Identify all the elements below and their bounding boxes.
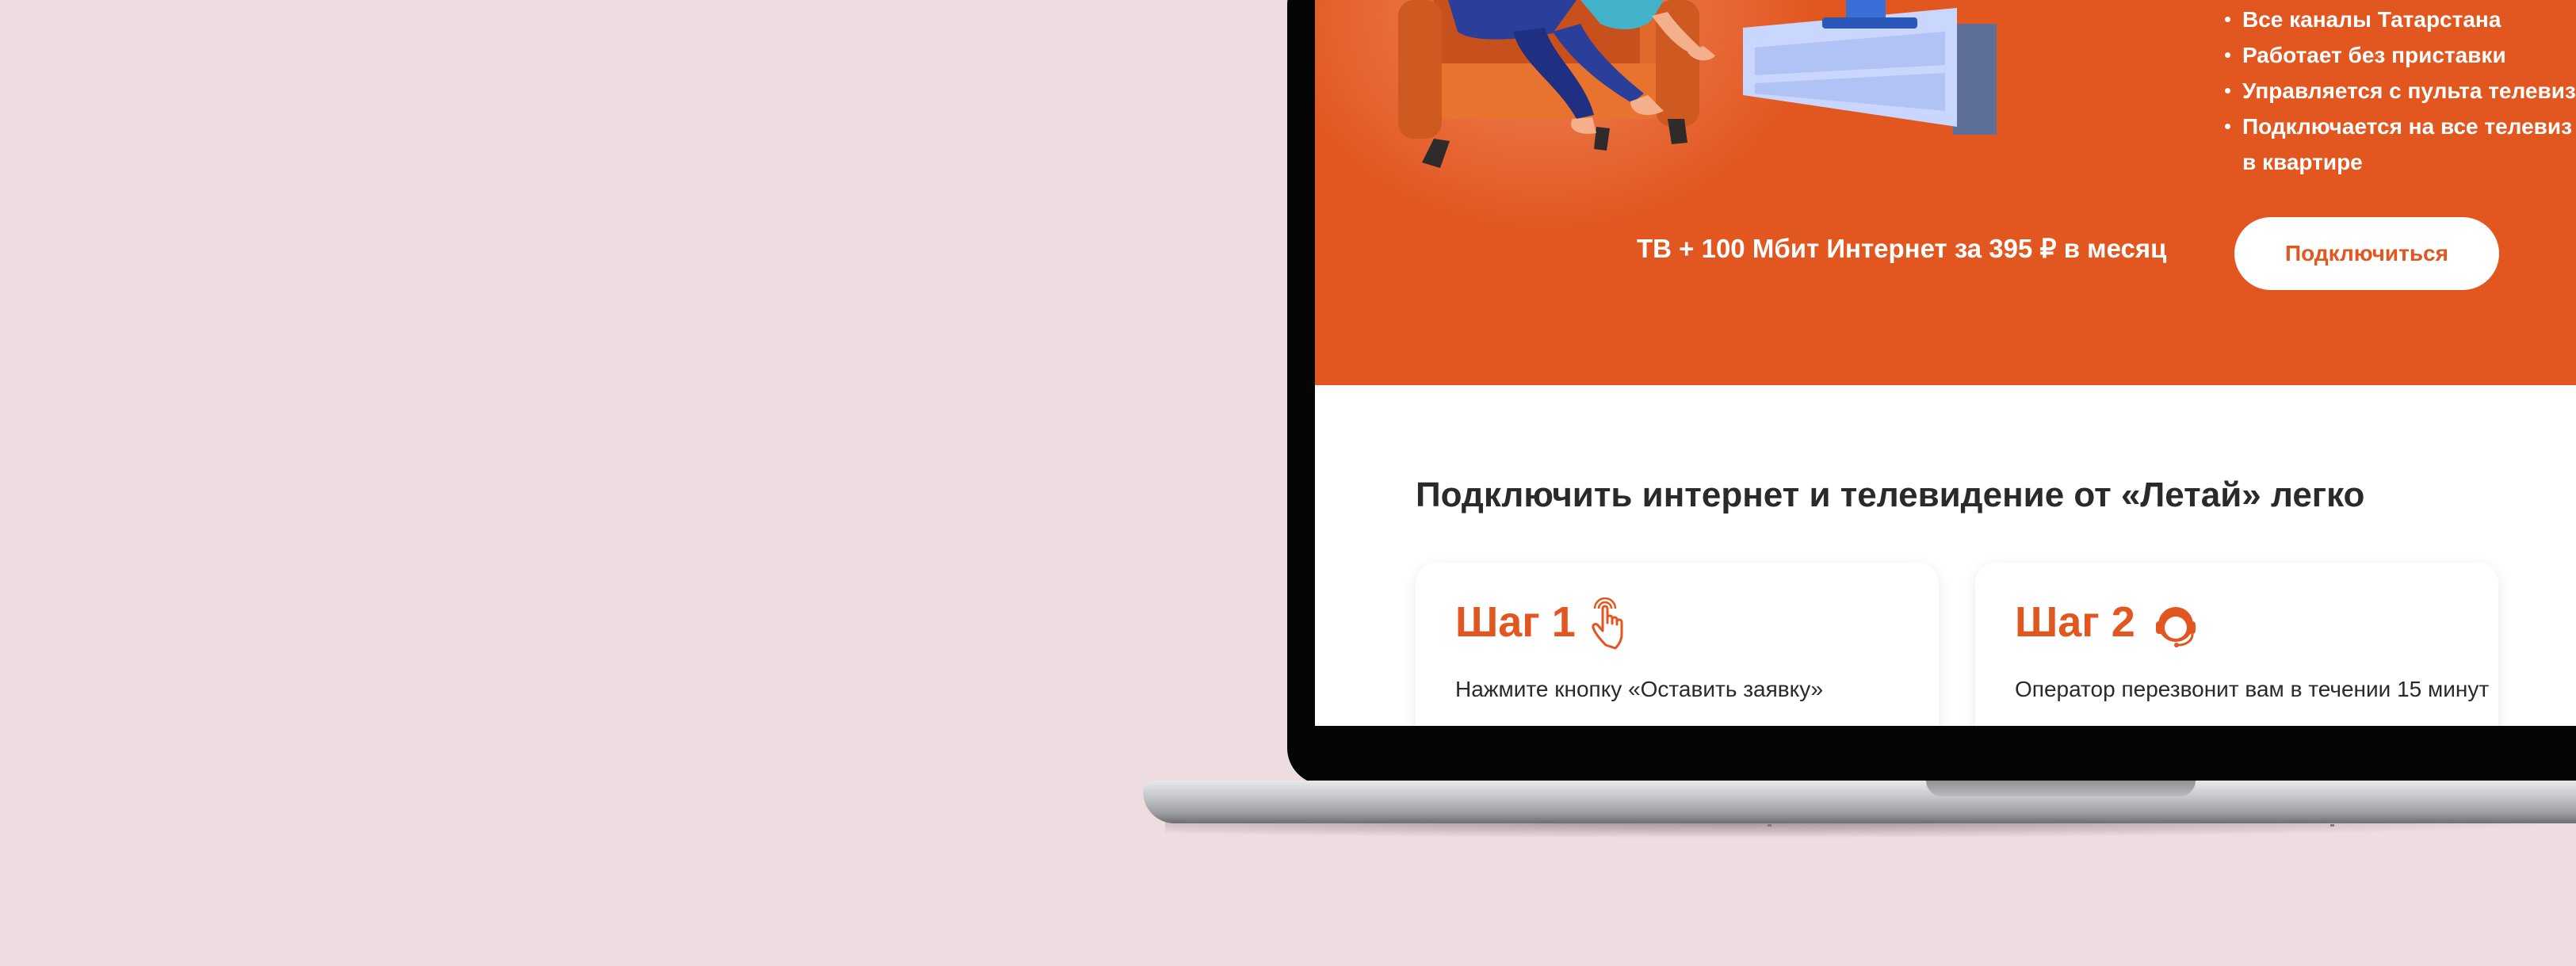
bullet-dot-icon <box>2225 17 2230 22</box>
feature-item: Подключается на все телевиз в квартире <box>2225 109 2576 180</box>
tv-stand-illustration <box>1743 0 1997 135</box>
feature-item: Работает без приставки <box>2225 37 2576 73</box>
hero-illustration <box>1398 0 1997 168</box>
offer-text: ТВ + 100 Мбит Интернет за 395 ₽ в месяц <box>1637 234 2167 263</box>
feature-item: Все каналы Татарстана <box>2225 2 2576 37</box>
feature-item: Управляется с пульта телевиз <box>2225 73 2576 109</box>
operator-headset-icon <box>2156 607 2196 647</box>
feature-text: Все каналы Татарстана <box>2242 7 2501 32</box>
step-title: Шаг 2 <box>2015 598 2135 646</box>
laptop-base-foot <box>1768 824 1771 827</box>
feature-text: Подключается на все телевиз <box>2242 114 2573 139</box>
connect-button[interactable]: Подключиться <box>2234 217 2499 290</box>
step-card-2: Шаг 2 Оператор перезвонит вам в течении … <box>1975 563 2498 726</box>
step-description: Оператор перезвонит вам в течении 15 мин… <box>2015 677 2490 701</box>
step-description: Нажмите кнопку «Оставить заявку» <box>1455 677 1824 701</box>
laptop-base <box>1143 781 2576 823</box>
features-list: Все каналы Татарстана Работает без прист… <box>2225 2 2576 180</box>
pointer-hand-icon <box>1592 598 1623 650</box>
bullet-dot-icon <box>2225 124 2230 129</box>
laptop-screen: Все каналы Татарстана Работает без прист… <box>1315 0 2576 726</box>
bullet-dot-icon <box>2225 88 2230 94</box>
hero-banner: Все каналы Татарстана Работает без прист… <box>1315 0 2576 385</box>
feature-text: Управляется с пульта телевиз <box>2242 78 2576 103</box>
laptop-shadow <box>1165 821 2576 838</box>
step-card-1: Шаг 1 Нажмите кнопку «Оставить заявку» <box>1416 563 1939 726</box>
feature-text: Работает без приставки <box>2242 43 2506 67</box>
mockup-scene: Все каналы Татарстана Работает без прист… <box>0 0 2576 966</box>
bullet-dot-icon <box>2225 52 2230 58</box>
section-title: Подключить интернет и телевидение от «Ле… <box>1416 475 2365 514</box>
laptop-base-foot <box>2330 824 2334 827</box>
laptop-hinge-notch <box>1926 781 2196 796</box>
feature-text-continuation: в квартире <box>2242 150 2363 174</box>
step-title: Шаг 1 <box>1455 598 1576 646</box>
